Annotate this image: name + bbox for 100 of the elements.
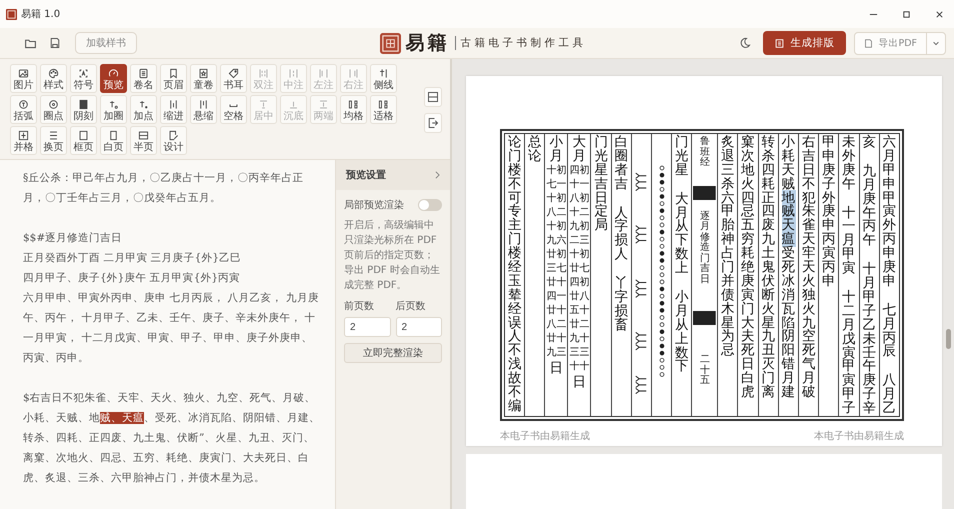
- render-button[interactable]: 立即完整渲染: [344, 343, 442, 363]
- vertical-text: 小月: [550, 136, 564, 164]
- annotation-text: 四初: [569, 276, 590, 290]
- page-number: 二十五: [700, 355, 710, 386]
- vertical-text: 白圈者吉: [614, 136, 628, 192]
- annotation-text: 九三: [546, 346, 566, 360]
- settings-header[interactable]: 预览设置: [336, 160, 450, 190]
- editor-text: $右吉日不犯朱雀、天牢、天火、独火、九空、死气、月破、小耗、天贼、地贼、天瘟、受死、冰消瓦陷、阴阳错、月建、转杀、四耗、正四废、九土鬼、伏断”、火星、九丑、灭门、离窠、次地火、四忌、五穷、耗绝、庚寅门、大夫死日、白虎、炙退、三杀、六甲胎神占门，并债木星为忌。: [23, 391, 321, 486]
- annotation-text: 十十: [569, 360, 590, 374]
- tool-button[interactable]: 括弧: [10, 95, 37, 124]
- annotation-text: 五十: [569, 304, 590, 318]
- vertical-text: 总论: [528, 136, 542, 164]
- tool-button[interactable]: 侧线: [370, 64, 397, 93]
- field-label: 前页数: [344, 300, 375, 313]
- annotation-text: 九初: [569, 220, 590, 234]
- annotation-text: 九十: [569, 332, 590, 346]
- vertical-text: 八月乙: [882, 374, 896, 416]
- vertical-text: 十二月戊寅甲寅甲子: [842, 291, 856, 416]
- tool-button[interactable]: 适格: [370, 95, 397, 124]
- settings-title: 预览设置: [346, 168, 386, 182]
- annotation-text: 十二: [569, 206, 590, 220]
- annotation-text: 九六: [546, 234, 566, 248]
- vertical-text: 窠次地火四忌五穷耗绝庚寅门大夫死日白虎: [741, 136, 755, 400]
- brand-name: 易籍: [406, 31, 450, 56]
- annotation-text: 七一: [546, 178, 566, 192]
- tool-button[interactable]: 预览: [100, 64, 127, 93]
- settings-description: 开启后，高级编辑中只渲染光标所在 PDF 页前后的指定页数；导出 PDF 时会自动生成完整 PDF。: [344, 218, 441, 293]
- annotation-text: 十初: [546, 164, 566, 178]
- annotation-text: 十一: [569, 178, 590, 192]
- page-count-field[interactable]: 2: [344, 317, 390, 337]
- annotation-text: 三七: [546, 262, 566, 276]
- vertical-text: 十月甲子乙未壬午庚子辛: [862, 263, 876, 416]
- annotation-text: 八初: [569, 192, 590, 206]
- page-footer: 本电子书由易籍生成: [500, 429, 590, 443]
- annotation-text: 廿初: [546, 248, 566, 262]
- vertical-text: 六月甲申甲寅外丙申庚申: [882, 136, 896, 289]
- vertical-text: 日: [550, 362, 564, 376]
- annotation-text: 廿八: [569, 290, 590, 304]
- toggle-label: 局部预览渲染: [344, 198, 404, 212]
- vertical-text: 未外庚午: [842, 136, 856, 192]
- generate-layout-button[interactable]: 生成排版: [763, 31, 846, 55]
- annotation-text: 十初: [546, 220, 566, 234]
- annotation-text: 廿七: [569, 262, 590, 276]
- tool-button[interactable]: 图片: [10, 64, 37, 93]
- vertical-text: 论门楼不可专主门楼经玉辇经误人不浅故不编: [508, 136, 522, 414]
- editor-text: 四月甲子、庚子{外}庚午 五月甲寅{外}丙寅: [23, 271, 242, 286]
- vertical-text: 门光星: [675, 136, 689, 178]
- annotation-text: 二三: [569, 234, 590, 248]
- vertical-text: 转杀四耗正四废九土鬼伏断火星九丑灭门离: [761, 136, 775, 400]
- annotation-text: 四一: [546, 290, 566, 304]
- vertical-text: 门光星吉日定局: [594, 136, 608, 234]
- editor-text: $$#逐月修造门吉日: [23, 231, 124, 246]
- tool-button[interactable]: 加圈: [100, 95, 127, 124]
- brand-subtitle: 古籍电子书制作工具: [460, 36, 586, 50]
- tool-button[interactable]: 空格: [220, 95, 247, 124]
- annotation-text: 八二: [546, 318, 566, 332]
- window-title: 易籍 1.0: [21, 8, 60, 21]
- vertical-text: 九月庚午丙午: [862, 164, 876, 248]
- annotation-text: 三三: [569, 346, 590, 360]
- vertical-text: 七月丙辰: [882, 304, 896, 360]
- tool-button[interactable]: 换页: [40, 126, 67, 155]
- vertical-text: 甲申庚子外庚申丙寅丙申: [822, 136, 836, 289]
- book-title: 鲁班经: [700, 137, 710, 168]
- chapter-title: 逐月修造门吉日: [700, 212, 710, 285]
- tool-button[interactable]: 书耳: [220, 64, 247, 93]
- vertical-text: 大月从下数上: [675, 192, 689, 276]
- editor-text: 正月癸酉外丁酉 二月甲寅 三月庚子{外}乙巳: [23, 251, 242, 266]
- tool-button[interactable]: 框页: [70, 126, 97, 155]
- vertical-text: 亥: [862, 136, 876, 150]
- tool-button[interactable]: 卷名: [130, 64, 157, 93]
- vertical-text: 人字损人: [614, 206, 628, 262]
- editor-text: §丘公杀：甲己年占九月，〇乙庚占十一月，〇丙辛年占正月，〇丁壬年占三月，〇戊癸年占五月。: [23, 171, 304, 206]
- tool-button[interactable]: 设计: [160, 126, 187, 155]
- tool-button[interactable]: 并格: [10, 126, 37, 155]
- annotation-text: 廿十: [546, 304, 566, 318]
- vertical-text: 小月从上数下: [675, 291, 689, 374]
- annotation-text: 四初: [569, 164, 590, 178]
- tool-button[interactable]: 圈点: [40, 95, 67, 124]
- annotation-text: 廿十: [546, 276, 566, 290]
- tool-button[interactable]: 页眉: [160, 64, 187, 93]
- tool-button[interactable]: 悬缩: [190, 95, 217, 124]
- tool-button[interactable]: 阴刻: [70, 95, 97, 124]
- annotation-text: 十初: [546, 192, 566, 206]
- tool-button[interactable]: 白页: [100, 126, 127, 155]
- vertical-text: 右吉日不犯朱雀天牢天火独火九空死气月破: [802, 136, 816, 400]
- annotation-text: 廿十: [546, 332, 566, 346]
- page-count-field[interactable]: 2: [396, 317, 442, 337]
- tool-button[interactable]: 童卷: [190, 64, 217, 93]
- tool-button[interactable]: 半页: [130, 126, 157, 155]
- vertical-text: 日: [572, 376, 586, 390]
- tool-button[interactable]: 均格: [340, 95, 367, 124]
- vertical-text: 大月: [572, 136, 586, 164]
- field-label: 后页数: [396, 300, 426, 313]
- tool-button[interactable]: 样式: [40, 64, 67, 93]
- vertical-text: 丫字损畜: [614, 277, 628, 333]
- page-footer: 本电子书由易籍生成: [814, 429, 904, 443]
- tool-button[interactable]: 符号: [70, 64, 97, 93]
- tool-button[interactable]: 缩进: [160, 95, 187, 124]
- vertical-text: 炙退三杀六甲胎神占门并债木星为忌: [721, 136, 735, 358]
- tool-button[interactable]: 加点: [130, 95, 157, 124]
